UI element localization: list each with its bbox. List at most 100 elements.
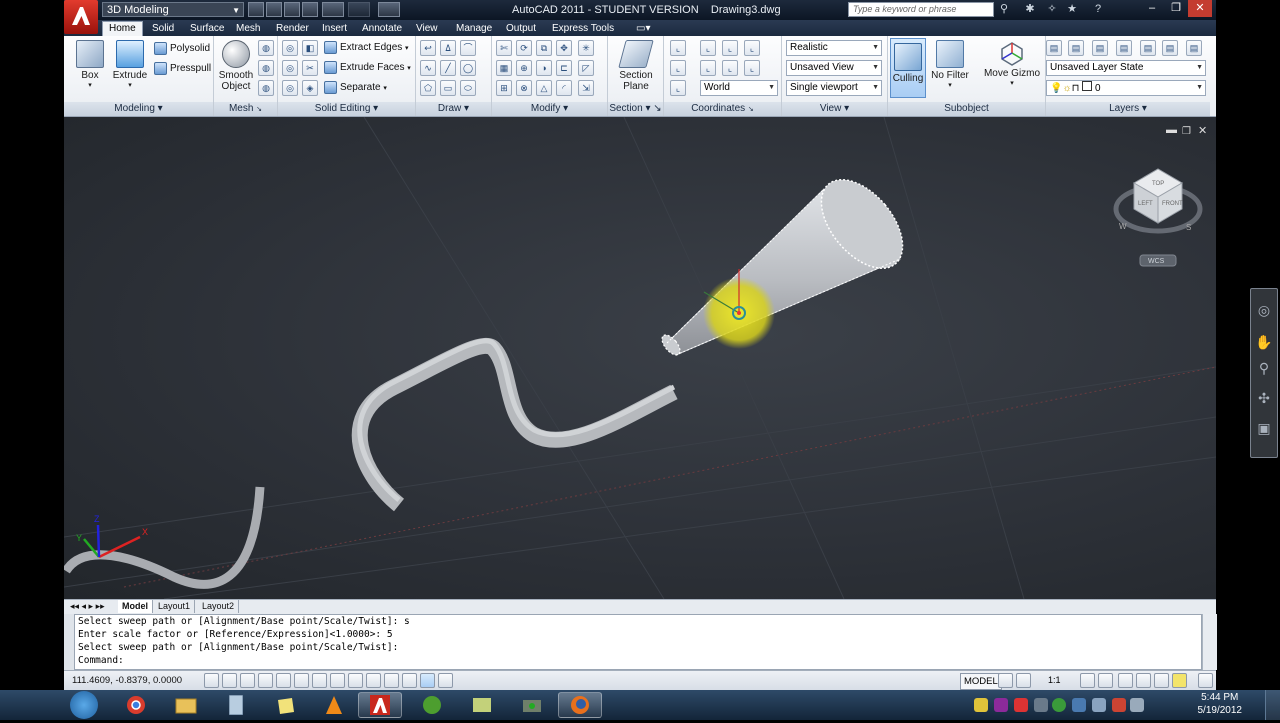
- tab-layout1[interactable]: Layout1: [154, 600, 196, 613]
- viewcube[interactable]: TOP LEFT FRONT W S WCS: [1113, 168, 1203, 267]
- layer-select[interactable]: 💡☼⊓ 0 ▼: [1046, 80, 1206, 96]
- quick-properties-icon[interactable]: [420, 673, 435, 688]
- hardware-acceleration-icon[interactable]: [1154, 673, 1169, 688]
- tray-app-icon[interactable]: [1014, 698, 1028, 712]
- otrack-icon[interactable]: [330, 673, 345, 688]
- smooth-more-icon[interactable]: ◍: [258, 40, 274, 56]
- layer-lock-icon[interactable]: ▤: [1162, 40, 1178, 56]
- maximize-icon[interactable]: ❐: [1164, 0, 1188, 17]
- tab-home[interactable]: Home: [102, 21, 143, 36]
- ucs-view-icon[interactable]: ⌞: [700, 60, 716, 76]
- tab-annotate[interactable]: Annotate: [356, 22, 408, 36]
- autocad-taskbar-icon[interactable]: [358, 692, 402, 718]
- tab-view[interactable]: View: [410, 22, 444, 36]
- tab-surface[interactable]: Surface: [184, 22, 230, 36]
- ucs-icon[interactable]: ⌞: [670, 40, 686, 56]
- layer-match-icon[interactable]: ▤: [1068, 40, 1084, 56]
- presspull-button[interactable]: Presspull: [154, 61, 211, 77]
- trim-icon[interactable]: ✄: [496, 40, 512, 56]
- tray-norton-icon[interactable]: [974, 698, 988, 712]
- smooth-less-icon[interactable]: ◍: [258, 60, 274, 76]
- ucs-x-icon[interactable]: ⌞: [722, 60, 738, 76]
- layer-isolate-icon[interactable]: ▤: [1092, 40, 1108, 56]
- lock-ui-icon[interactable]: [1136, 673, 1151, 688]
- fillet-edge-icon[interactable]: ◧: [302, 40, 318, 56]
- binoculars-icon[interactable]: ⚲: [996, 2, 1012, 17]
- swept-solid-small[interactable]: [64, 486, 265, 589]
- copy-icon[interactable]: ⧉: [536, 40, 552, 56]
- tray-onenote-icon[interactable]: [994, 698, 1008, 712]
- showmotion-icon[interactable]: ▣: [1255, 419, 1273, 437]
- viewport-restore-icon[interactable]: ❐: [1182, 126, 1191, 137]
- tray-settings-icon[interactable]: [1072, 698, 1086, 712]
- transparency-icon[interactable]: [402, 673, 417, 688]
- layer-freeze-icon[interactable]: ▤: [1140, 40, 1156, 56]
- array-icon[interactable]: ▦: [496, 60, 512, 76]
- layer-properties-icon[interactable]: ▤: [1046, 40, 1062, 56]
- dyn-icon[interactable]: [366, 673, 381, 688]
- drawing-viewport[interactable]: X Y Z TOP LEFT FRONT W S WCS ▬ ❐ ✕: [64, 117, 1216, 599]
- chrome-taskbar-icon[interactable]: [114, 692, 158, 718]
- circle-icon[interactable]: ◯: [460, 60, 476, 76]
- panel-title-modify[interactable]: Modify ▾: [492, 102, 607, 116]
- visual-style-select[interactable]: Realistic ▼: [786, 40, 882, 56]
- 3d-polyline-icon[interactable]: ߡ: [440, 40, 456, 56]
- undo-icon[interactable]: [322, 2, 344, 17]
- union-icon[interactable]: ◎: [282, 40, 298, 56]
- panel-title-layers[interactable]: Layers ▾: [1046, 102, 1210, 116]
- panel-title-coordinates[interactable]: Coordinates ↘: [664, 102, 781, 116]
- spline-icon[interactable]: ∿: [420, 60, 436, 76]
- show-desktop-button[interactable]: [1265, 690, 1280, 720]
- panel-title-view[interactable]: View ▾: [782, 102, 887, 116]
- subtract-icon[interactable]: ◎: [282, 60, 298, 76]
- command-scrollbar[interactable]: [1202, 614, 1217, 670]
- grid-icon[interactable]: [240, 673, 255, 688]
- search-input[interactable]: Type a keyword or phrase: [848, 2, 994, 17]
- polygon-icon[interactable]: ⬠: [420, 80, 436, 96]
- tray-device-icon[interactable]: [1034, 698, 1048, 712]
- command-line[interactable]: Select sweep path or [Alignment/Base poi…: [74, 614, 1202, 670]
- layer-walk-icon[interactable]: ▤: [1186, 40, 1202, 56]
- sticky-notes-taskbar-icon[interactable]: [264, 692, 308, 718]
- subscription-icon[interactable]: ✱: [1022, 2, 1038, 17]
- tab-insert[interactable]: Insert: [316, 22, 353, 36]
- shell-icon[interactable]: ◈: [302, 80, 318, 96]
- 3d-osnap-icon[interactable]: [312, 673, 327, 688]
- ucs-named-icon[interactable]: ⌞: [700, 40, 716, 56]
- viewport-config-select[interactable]: Single viewport ▼: [786, 80, 882, 96]
- section-plane-button[interactable]: Section Plane: [614, 40, 658, 98]
- ribbon-minimize-icon[interactable]: ▭▾: [630, 22, 656, 36]
- ducs-icon[interactable]: [348, 673, 363, 688]
- slice-icon[interactable]: ✂: [302, 60, 318, 76]
- ucs-3point-icon[interactable]: ⌞: [670, 80, 686, 96]
- no-filter-button[interactable]: No Filter ▾: [928, 40, 972, 98]
- clean-screen-icon[interactable]: [1198, 673, 1213, 688]
- tray-utorrent-icon[interactable]: [1052, 698, 1066, 712]
- application-menu-button[interactable]: [64, 0, 98, 34]
- favorites-icon[interactable]: ★: [1064, 2, 1080, 17]
- ucs-origin-icon[interactable]: ⌞: [722, 40, 738, 56]
- rotate-icon[interactable]: ⟳: [516, 40, 532, 56]
- viewport-minimize-icon[interactable]: ▬: [1166, 124, 1177, 136]
- save-as-icon[interactable]: [302, 2, 318, 17]
- minimize-icon[interactable]: –: [1140, 0, 1164, 17]
- quick-view-drawings-icon[interactable]: [1016, 673, 1031, 688]
- osnap-icon[interactable]: [294, 673, 309, 688]
- line-icon[interactable]: ↩: [420, 40, 436, 56]
- smooth-object-button[interactable]: Smooth Object: [214, 40, 258, 98]
- panel-title-section[interactable]: Section ▾ ↘: [608, 102, 663, 116]
- explode-icon[interactable]: ✳: [578, 40, 594, 56]
- redo-icon[interactable]: [348, 2, 370, 17]
- isolate-objects-icon[interactable]: [1172, 673, 1187, 688]
- cone-solid[interactable]: [659, 165, 919, 358]
- workspace-select[interactable]: 3D Modeling ▼: [102, 2, 244, 17]
- chamfer-icon[interactable]: ◸: [578, 60, 594, 76]
- annotation-visibility-icon[interactable]: [1080, 673, 1095, 688]
- named-view-select[interactable]: Unsaved View ▼: [786, 60, 882, 76]
- tab-express-tools[interactable]: Express Tools: [546, 22, 620, 36]
- arc-icon[interactable]: ⌒: [460, 40, 476, 56]
- ucs-z-icon[interactable]: ⌞: [744, 40, 760, 56]
- close-icon[interactable]: ✕: [1188, 0, 1212, 17]
- open-icon[interactable]: [266, 2, 282, 17]
- calculator-taskbar-icon[interactable]: [214, 692, 258, 718]
